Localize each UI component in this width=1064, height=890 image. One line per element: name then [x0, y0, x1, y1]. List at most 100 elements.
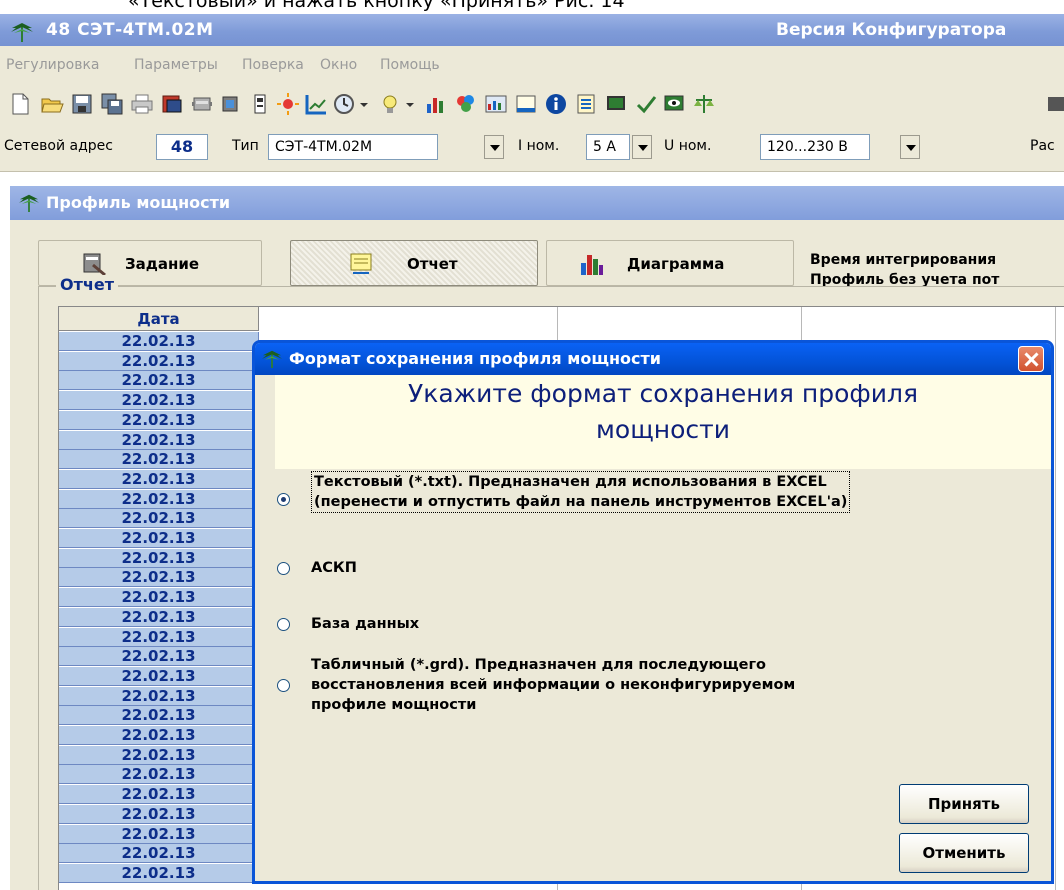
table-row[interactable]: 22.02.13: [59, 686, 259, 706]
dialog-title-bar[interactable]: Формат сохранения профиля мощности: [255, 343, 1051, 375]
menu-window[interactable]: Окно: [320, 57, 357, 73]
scales-icon[interactable]: [692, 92, 716, 116]
inom-dropdown-button[interactable]: [632, 135, 652, 159]
unom-select[interactable]: 120...230 В: [760, 134, 870, 160]
chevron-down-icon[interactable]: [358, 92, 370, 116]
date-column-header[interactable]: Дата: [59, 307, 259, 331]
table-row[interactable]: 22.02.13: [59, 647, 259, 667]
table-row[interactable]: 22.02.13: [59, 627, 259, 647]
lamp-icon[interactable]: [378, 92, 402, 116]
unom-label: U ном.: [664, 138, 712, 154]
chip-icon[interactable]: [218, 92, 242, 116]
table-row[interactable]: 22.02.13: [59, 371, 259, 391]
table-row[interactable]: 22.02.13: [59, 844, 259, 864]
accept-button[interactable]: Принять: [899, 784, 1029, 824]
table-row[interactable]: 22.02.13: [59, 469, 259, 489]
clock-icon[interactable]: [332, 92, 356, 116]
caption-text: «Текстовый» и нажать кнопку «Принять» Ри…: [128, 0, 625, 12]
option-grid-format[interactable]: Табличный (*.grd). Предназначен для посл…: [275, 655, 1051, 719]
radio-grid-format[interactable]: [277, 679, 290, 692]
grid-column-divider-3: [1055, 307, 1056, 890]
menu-parameters[interactable]: Параметры: [134, 57, 218, 73]
save-icon[interactable]: [70, 92, 94, 116]
info-icon[interactable]: [544, 92, 568, 116]
table-row[interactable]: 22.02.13: [59, 863, 259, 883]
table-row[interactable]: 22.02.13: [59, 824, 259, 844]
chevron-down-icon-2[interactable]: [404, 92, 416, 116]
table-row[interactable]: 22.02.13: [59, 666, 259, 686]
table-row[interactable]: 22.02.13: [59, 391, 259, 411]
report-button-label: Отчет: [407, 255, 458, 273]
table-row[interactable]: 22.02.13: [59, 706, 259, 726]
menu-adjustment[interactable]: Регулировка: [6, 57, 99, 73]
table-row[interactable]: 22.02.13: [59, 450, 259, 470]
network-address-label: Сетевой адрес: [4, 138, 113, 154]
list-icon[interactable]: [574, 92, 598, 116]
table-row[interactable]: 22.02.13: [59, 726, 259, 745]
task-button-label: Задание: [125, 255, 200, 273]
monitor-icon[interactable]: [604, 92, 628, 116]
table-row[interactable]: 22.02.13: [59, 804, 259, 824]
radio-askp[interactable]: [277, 562, 290, 575]
print-icon[interactable]: [130, 92, 154, 116]
inom-label: I ном.: [518, 138, 560, 154]
table-row[interactable]: 22.02.13: [59, 607, 259, 627]
palette-icon[interactable]: [454, 92, 478, 116]
bar-chart-icon[interactable]: [424, 92, 448, 116]
menu-verification[interactable]: Поверка: [242, 57, 304, 73]
app-tree-icon-3: [262, 350, 282, 368]
network-address-field[interactable]: 48: [156, 134, 208, 160]
menu-help[interactable]: Помощь: [380, 57, 440, 73]
type-label: Тип: [232, 138, 259, 154]
table-row[interactable]: 22.02.13: [59, 489, 259, 509]
diagram-button[interactable]: Диаграмма: [546, 240, 794, 286]
sun-icon[interactable]: [276, 92, 300, 116]
unom-dropdown-button[interactable]: [900, 135, 920, 159]
open-folder-icon[interactable]: [40, 92, 64, 116]
option-database[interactable]: База данных: [275, 614, 1051, 636]
report-icon[interactable]: [484, 92, 508, 116]
table-row[interactable]: 22.02.13: [59, 568, 259, 588]
table-row[interactable]: 22.02.13: [59, 745, 259, 765]
option-grid-format-label: Табличный (*.grd). Предназначен для посл…: [311, 655, 795, 715]
option-grid-format-line3: профиле мощности: [311, 697, 477, 713]
check-icon[interactable]: [634, 92, 658, 116]
report-group-label: Отчет: [56, 275, 118, 294]
table-row[interactable]: 22.02.13: [59, 588, 259, 608]
new-file-icon[interactable]: [8, 92, 32, 116]
table-row[interactable]: 22.02.13: [59, 410, 259, 430]
dialog-heading-banner: Укажите формат сохранения профиля мощнос…: [275, 375, 1051, 469]
table-row[interactable]: 22.02.13: [59, 765, 259, 785]
option-askp-label: АСКП: [311, 560, 357, 576]
import-icon[interactable]: [160, 92, 184, 116]
table-row[interactable]: 22.02.13: [59, 785, 259, 805]
form-icon[interactable]: [514, 92, 538, 116]
inom-select[interactable]: 5 А: [586, 134, 630, 160]
cancel-button[interactable]: Отменить: [899, 833, 1029, 873]
device-parameters-bar: Сетевой адрес 48 Тип СЭТ-4ТМ.02М I ном. …: [0, 124, 1064, 172]
table-row[interactable]: 22.02.13: [59, 509, 259, 529]
radio-text-format[interactable]: [277, 493, 290, 506]
close-icon[interactable]: [1018, 346, 1044, 372]
radio-database[interactable]: [277, 618, 290, 631]
report-button[interactable]: Отчет: [290, 240, 538, 286]
power-profile-window-title-bar[interactable]: Профиль мощности: [10, 186, 1064, 220]
option-text-format[interactable]: Текстовый (*.txt). Предназначен для испо…: [275, 471, 1051, 517]
device-icon[interactable]: [190, 92, 214, 116]
configurator-version-label: Версия Конфигуратора: [776, 20, 1007, 40]
eye-monitor-icon[interactable]: [662, 92, 686, 116]
device-type-select[interactable]: СЭТ-4ТМ.02М: [268, 134, 438, 160]
table-row[interactable]: 22.02.13: [59, 529, 259, 548]
table-row[interactable]: 22.02.13: [59, 430, 259, 450]
diagram-button-label: Диаграмма: [627, 255, 725, 273]
save-all-icon[interactable]: [100, 92, 124, 116]
meter-icon[interactable]: [248, 92, 272, 116]
table-row[interactable]: 22.02.13: [59, 332, 259, 351]
overflow-icon[interactable]: [1046, 92, 1064, 116]
curve-chart-icon[interactable]: [304, 92, 328, 116]
table-row[interactable]: 22.02.13: [59, 548, 259, 568]
option-askp[interactable]: АСКП: [275, 558, 1051, 580]
table-row[interactable]: 22.02.13: [59, 351, 259, 371]
main-title-bar[interactable]: 48 СЭТ-4ТМ.02М Версия Конфигуратора: [0, 14, 1064, 46]
device-type-dropdown-button[interactable]: [484, 135, 504, 159]
